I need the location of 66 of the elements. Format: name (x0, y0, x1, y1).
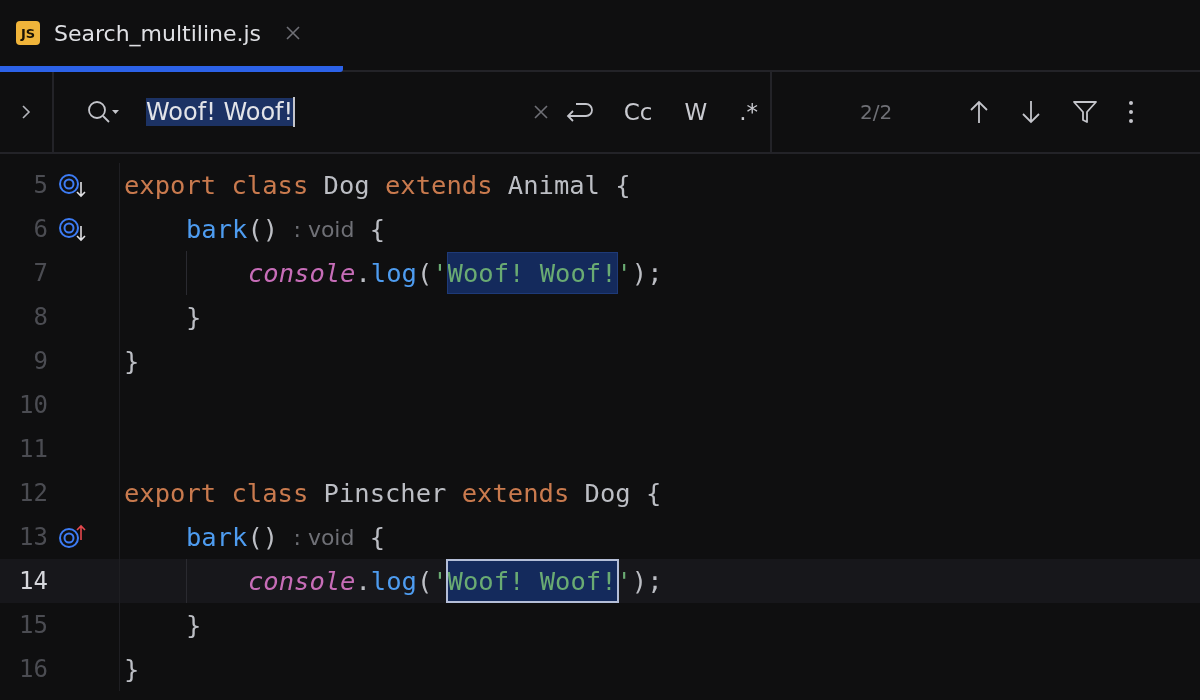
line-number: 8 (32, 303, 48, 331)
code-text: } (124, 346, 140, 376)
code-text: . (355, 258, 371, 288)
function-name: bark (186, 214, 248, 244)
js-file-icon: JS (16, 21, 40, 45)
function-name: log (370, 258, 417, 288)
line-number: 5 (32, 171, 48, 199)
function-name: log (370, 566, 417, 596)
clear-icon[interactable] (531, 103, 550, 121)
line-number: 13 (18, 523, 48, 551)
arrow-down-icon[interactable] (1020, 99, 1043, 125)
code-text: Dog (323, 170, 371, 200)
code-text: Animal { (507, 170, 631, 200)
object-name: console (248, 566, 356, 596)
chevron-right-icon (21, 104, 31, 120)
code-text: Pinscher (323, 478, 448, 508)
code-text: Dog { (584, 478, 662, 508)
line-number: 16 (18, 655, 48, 683)
line-number: 12 (18, 479, 48, 507)
function-name: bark (186, 522, 248, 552)
code-keyword: extends (385, 170, 494, 200)
code-text: ( (416, 258, 433, 288)
implemented-marker-icon[interactable] (58, 172, 88, 198)
string-quote: ' (616, 258, 632, 288)
search-option-toggle[interactable]: Cc (617, 99, 659, 125)
code-keyword: export class (124, 478, 310, 508)
search-match: Woof! Woof! (447, 253, 617, 293)
search-option-toggle[interactable]: W (678, 99, 714, 125)
code-text: ); (631, 566, 663, 596)
search-match: Woof! Woof! (447, 561, 617, 601)
code-text: } (186, 302, 202, 332)
code-text: . (355, 566, 371, 596)
line-number: 7 (32, 259, 48, 287)
type-hint: : void (293, 524, 355, 550)
code-keyword: extends (461, 478, 571, 508)
line-number: 14 (18, 567, 48, 595)
code-text: } (186, 610, 202, 640)
search-icon[interactable] (86, 99, 120, 125)
code-text: { (368, 522, 386, 552)
search-field[interactable]: Woof! Woof! (146, 97, 518, 127)
search-option-toggle[interactable]: .* (733, 99, 764, 125)
line-number: 15 (18, 611, 48, 639)
string-quote: ' (432, 258, 448, 288)
match-count: 2/2 (860, 100, 893, 124)
line-number: 9 (32, 347, 48, 375)
file-tab[interactable]: JS Search_multiline.js (0, 0, 343, 72)
code-text: { (368, 214, 386, 244)
string-quote: ' (616, 566, 632, 596)
code-text: } (124, 654, 140, 684)
code-text: ); (631, 258, 663, 288)
type-hint: : void (293, 216, 355, 242)
implemented-marker-icon[interactable] (58, 216, 88, 242)
close-icon[interactable] (285, 25, 302, 41)
string-quote: ' (432, 566, 448, 596)
more-icon[interactable] (1128, 99, 1135, 125)
line-number: 6 (32, 215, 48, 243)
code-keyword: export class (124, 170, 310, 200)
object-name: console (248, 258, 356, 288)
filter-icon[interactable] (1072, 99, 1099, 125)
code-text: ( (416, 566, 433, 596)
line-number: 11 (18, 435, 48, 463)
overriding-marker-icon[interactable] (58, 524, 88, 550)
tab-title: Search_multiline.js (54, 20, 262, 46)
line-number: 10 (18, 391, 48, 419)
code-text: () (247, 522, 280, 552)
code-text: () (247, 214, 280, 244)
